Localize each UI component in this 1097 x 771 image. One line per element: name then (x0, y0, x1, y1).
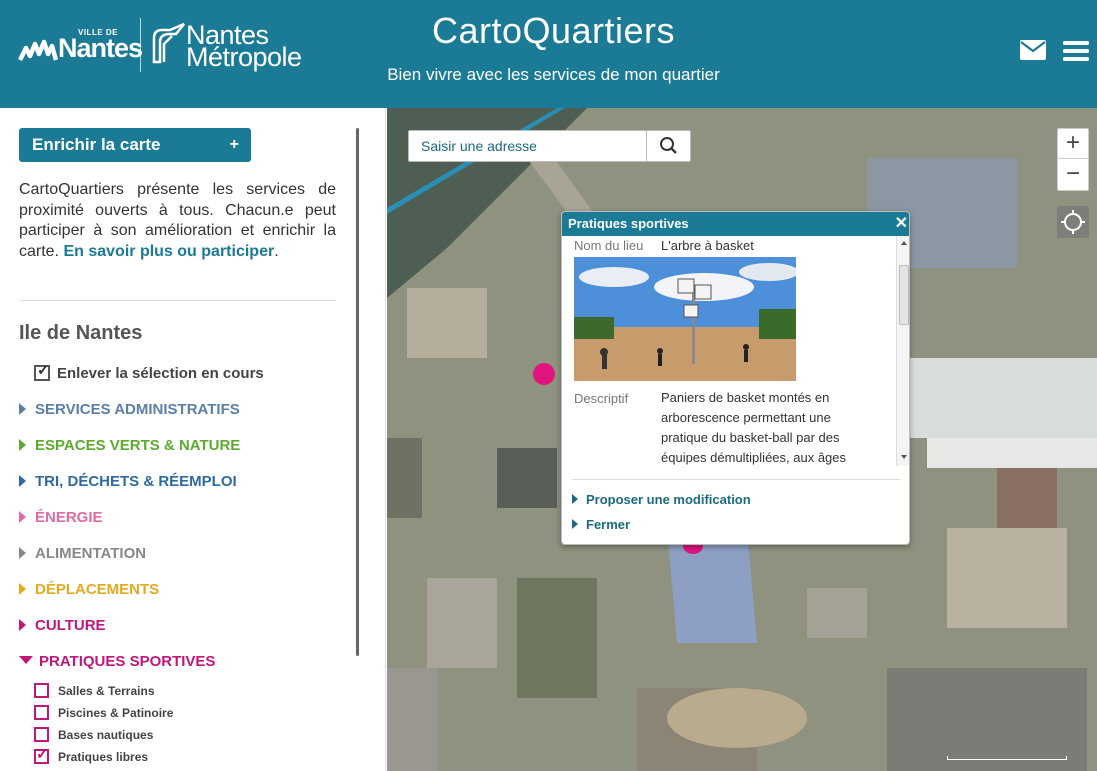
popup-scrollbar[interactable] (896, 236, 909, 466)
category-alimentation[interactable]: ALIMENTATION (19, 545, 146, 562)
popup-header: Pratiques sportives ✕ (562, 212, 909, 236)
caret-right-icon (19, 547, 26, 559)
scroll-down-icon (901, 455, 907, 459)
category-label: SERVICES ADMINISTRATIFS (35, 401, 240, 418)
popup-scroll-thumb[interactable] (899, 265, 909, 325)
description-value: Paniers de basket montés en arborescence… (661, 390, 847, 465)
app-subtitle: Bien vivre avec les services de mon quar… (387, 65, 720, 84)
category-label: ALIMENTATION (35, 545, 147, 562)
sidebar: Enrichir la carte + CartoQuartiers prése… (0, 108, 386, 771)
subcategory-checkbox[interactable] (34, 683, 49, 698)
category-deplacements[interactable]: DÉPLACEMENTS (19, 581, 159, 598)
description-label: Descriptif (574, 391, 629, 406)
subcategory-pratiques-libres[interactable]: ✓ Pratiques libres (34, 746, 149, 764)
caret-right-icon (19, 475, 26, 487)
caret-right-icon (19, 619, 26, 631)
caret-right-icon (572, 519, 578, 529)
contact-button[interactable] (1020, 40, 1046, 65)
intro-text: CartoQuartiers présente les services de … (19, 180, 336, 262)
subcategory-checkbox[interactable] (34, 705, 49, 720)
subcategory-salles-terrains[interactable]: Salles & Terrains (34, 683, 155, 698)
sidebar-scrollbar[interactable] (356, 128, 359, 656)
map-scale-bar (947, 756, 1067, 760)
caret-right-icon (19, 511, 26, 523)
subcategory-label: Pratiques libres (58, 750, 149, 764)
zoom-in-button[interactable]: + (1058, 129, 1088, 159)
clear-selection-toggle[interactable]: ✓ Enlever la sélection en cours (34, 362, 264, 382)
subcategory-label: Piscines & Patinoire (58, 706, 174, 720)
plus-icon: + (229, 136, 239, 153)
close-popup-label: Fermer (586, 517, 631, 532)
clear-selection-checkbox[interactable]: ✓ (34, 362, 50, 381)
enrich-map-label: Enrichir la carte (32, 135, 161, 154)
check-icon: ✓ (36, 746, 49, 763)
learn-more-link[interactable]: En savoir plus ou participer (63, 243, 274, 260)
subcategory-bases-nautiques[interactable]: Bases nautiques (34, 727, 153, 742)
address-search-input[interactable] (409, 131, 645, 161)
check-icon: ✓ (37, 362, 50, 379)
popup-divider (572, 479, 901, 480)
popup-title: Pratiques sportives (568, 216, 689, 231)
category-espaces-verts[interactable]: ESPACES VERTS & NATURE (19, 437, 240, 454)
subcategory-label: Salles & Terrains (58, 684, 155, 698)
category-energie[interactable]: ÉNERGIE (19, 509, 103, 526)
map-marker[interactable] (533, 363, 555, 385)
zoom-control: + − (1057, 128, 1089, 191)
category-label: PRATIQUES SPORTIVES (39, 653, 216, 670)
subcategory-label: Bases nautiques (58, 728, 154, 742)
search-icon (660, 137, 677, 154)
search-button[interactable] (646, 131, 691, 161)
mail-icon (1020, 40, 1046, 60)
caret-right-icon (19, 439, 26, 451)
address-search (408, 130, 691, 162)
subcategory-piscines-patinoire[interactable]: Piscines & Patinoire (34, 705, 173, 720)
menu-button[interactable] (1063, 40, 1089, 67)
category-label: ÉNERGIE (35, 509, 103, 526)
propose-modification-label: Proposer une modification (586, 492, 751, 507)
locate-button[interactable] (1057, 206, 1089, 238)
category-pratiques-sportives[interactable]: PRATIQUES SPORTIVES (19, 653, 215, 670)
close-icon[interactable]: ✕ (895, 212, 908, 236)
place-photo (574, 257, 796, 381)
category-tri-dechets[interactable]: TRI, DÉCHETS & RÉEMPLOI (19, 473, 237, 490)
app-title: CartoQuartiers (431, 10, 676, 51)
place-name-label: Nom du lieu (574, 238, 644, 253)
intro-end: . (274, 242, 279, 260)
category-services-administratifs[interactable]: SERVICES ADMINISTRATIFS (19, 401, 240, 418)
caret-right-icon (572, 494, 578, 504)
category-label: ESPACES VERTS & NATURE (35, 437, 241, 454)
app-header: VILLE DE Nantes Nantes Métropole CartoQu… (0, 0, 1097, 108)
propose-modification-link[interactable]: Proposer une modification (572, 492, 751, 507)
caret-right-icon (19, 403, 26, 415)
popup-body: Nom du lieu L'arbre à basket Descriptif … (562, 236, 909, 468)
category-label: TRI, DÉCHETS & RÉEMPLOI (35, 473, 237, 490)
scroll-up-icon (901, 241, 907, 245)
clear-selection-label: Enlever la sélection en cours (57, 365, 264, 382)
place-popup: Pratiques sportives ✕ Nom du lieu L'arbr… (561, 211, 910, 545)
place-name-value: L'arbre à basket (661, 238, 754, 253)
enrich-map-button[interactable]: Enrichir la carte + (19, 128, 251, 162)
divider (19, 300, 336, 301)
category-culture[interactable]: CULTURE (19, 617, 106, 634)
locate-icon (1061, 210, 1085, 234)
close-popup-link[interactable]: Fermer (572, 517, 630, 532)
zoom-out-button[interactable]: − (1058, 160, 1088, 190)
category-label: DÉPLACEMENTS (35, 581, 160, 598)
subcategory-checkbox[interactable] (34, 727, 49, 742)
subcategory-checkbox[interactable]: ✓ (34, 746, 49, 764)
category-label: CULTURE (35, 617, 106, 634)
caret-right-icon (19, 583, 26, 595)
menu-icon (1063, 41, 1089, 61)
zone-title: Ile de Nantes (19, 322, 143, 344)
caret-down-icon (19, 656, 33, 664)
